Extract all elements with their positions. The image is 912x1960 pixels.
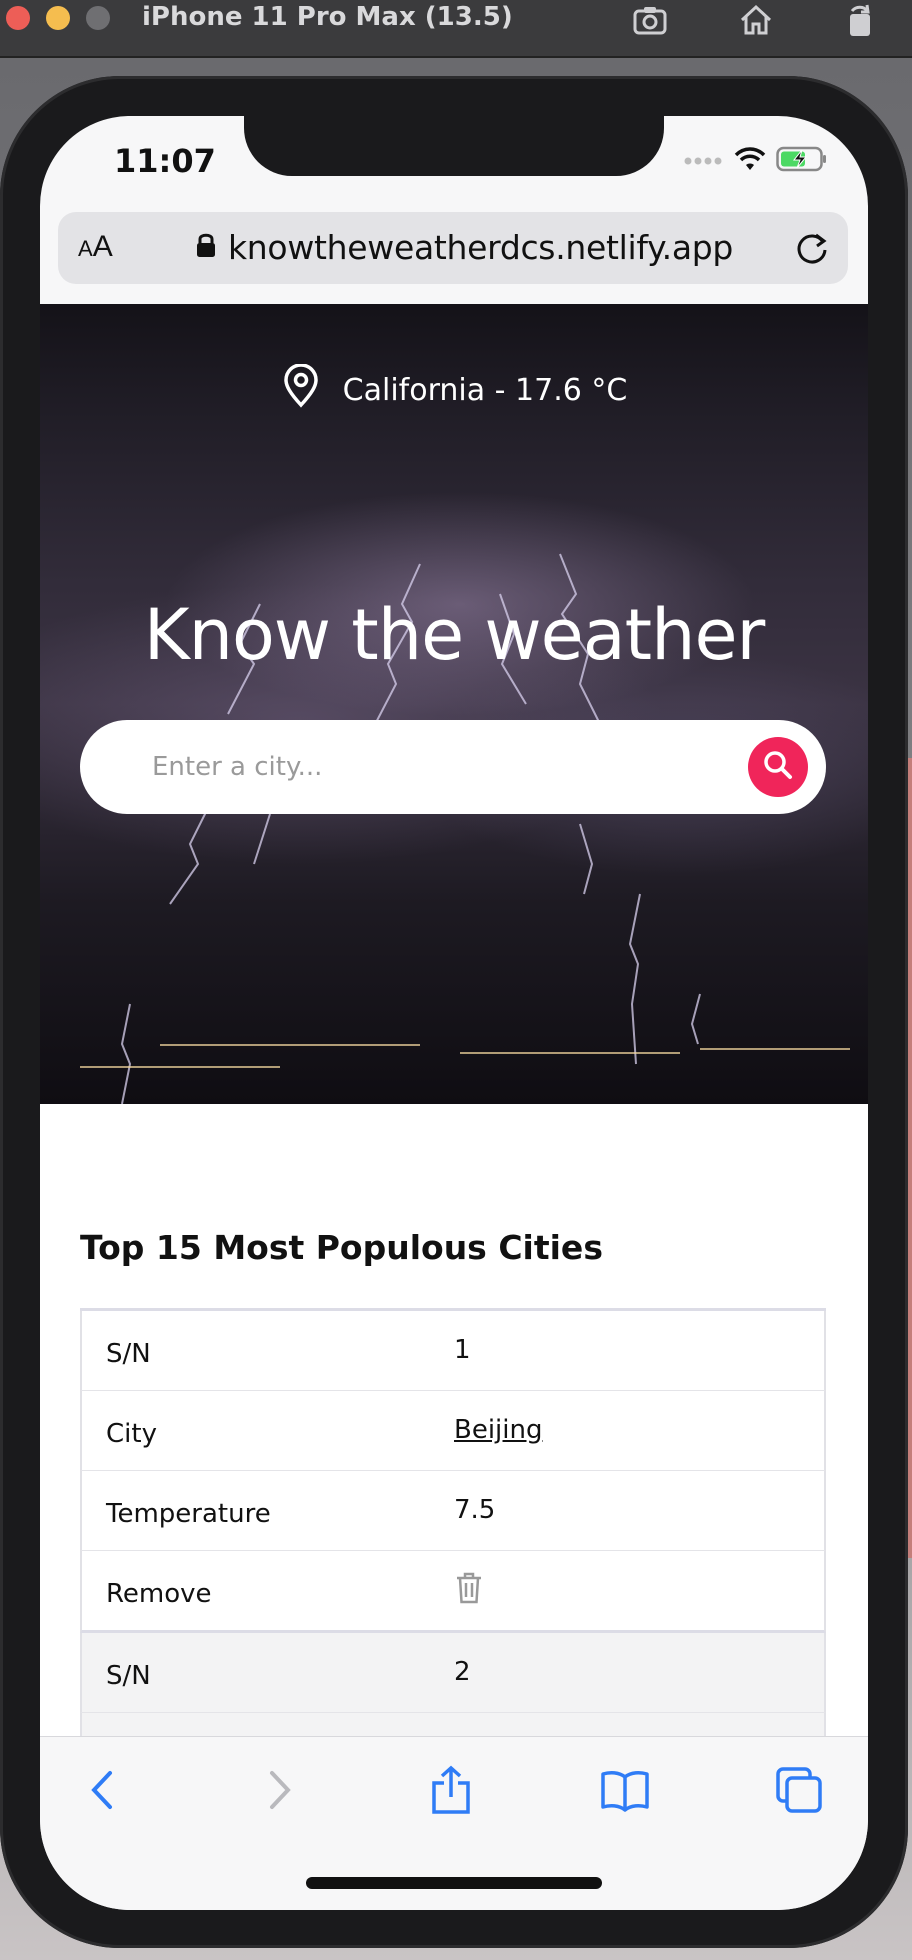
browser-toolbar bbox=[40, 1736, 868, 1910]
zoom-window-button[interactable] bbox=[86, 6, 110, 30]
trash-icon[interactable] bbox=[454, 1571, 484, 1612]
row-label: S/N bbox=[106, 1661, 151, 1691]
minimize-window-button[interactable] bbox=[46, 6, 70, 30]
signal-dots-icon bbox=[684, 153, 724, 171]
status-time: 11:07 bbox=[114, 142, 216, 180]
address-bar[interactable]: AA knowtheweatherdcs.netlify.app bbox=[58, 212, 848, 284]
notch bbox=[244, 116, 664, 176]
search-icon bbox=[762, 749, 794, 786]
table-row: Temperature 7.5 bbox=[80, 1471, 826, 1551]
row-label: City bbox=[106, 1419, 157, 1449]
close-window-button[interactable] bbox=[6, 6, 30, 30]
battery-charging-icon bbox=[776, 146, 828, 177]
current-location: California - 17.6 °C bbox=[40, 363, 868, 416]
url-display[interactable]: knowtheweatherdcs.netlify.app bbox=[196, 228, 733, 267]
page-title: Know the weather bbox=[143, 594, 766, 676]
section-title: Top 15 Most Populous Cities bbox=[80, 1228, 603, 1267]
location-pin-icon bbox=[281, 363, 321, 416]
row-value: 2 bbox=[454, 1657, 471, 1687]
row-label: Remove bbox=[106, 1579, 212, 1609]
forward-icon[interactable] bbox=[258, 1765, 298, 1820]
wifi-icon bbox=[734, 146, 766, 177]
cities-section: Top 15 Most Populous Cities S/N 1 City B… bbox=[40, 1104, 868, 1754]
screenshot-icon[interactable] bbox=[632, 2, 668, 43]
cities-table: S/N 1 City Beijing Temperature 7.5 Remov… bbox=[80, 1308, 826, 1754]
text-size-button[interactable]: AA bbox=[78, 230, 113, 264]
lock-icon bbox=[196, 232, 216, 263]
rotate-icon[interactable] bbox=[842, 2, 878, 43]
row-value: 1 bbox=[454, 1335, 471, 1365]
hero-section: California - 17.6 °C Know the weather bbox=[40, 304, 868, 1104]
home-indicator[interactable] bbox=[306, 1877, 602, 1889]
row-value: 7.5 bbox=[454, 1495, 496, 1525]
lightning-background bbox=[80, 553, 850, 1104]
table-row: Remove bbox=[80, 1551, 826, 1633]
city-search-bar bbox=[80, 720, 826, 814]
table-row: City Beijing bbox=[80, 1391, 826, 1471]
share-icon[interactable] bbox=[428, 1765, 474, 1820]
home-icon[interactable] bbox=[738, 2, 774, 43]
search-button[interactable] bbox=[748, 737, 808, 797]
simulator-title: iPhone 11 Pro Max (13.5) bbox=[142, 2, 513, 32]
row-label: Temperature bbox=[106, 1499, 271, 1529]
phone-screen: 11:07 AA knowtheweatherdcs.netlify.app C… bbox=[40, 116, 868, 1910]
back-icon[interactable] bbox=[84, 1765, 124, 1820]
row-label: S/N bbox=[106, 1339, 151, 1369]
simulator-titlebar: iPhone 11 Pro Max (13.5) bbox=[0, 0, 912, 58]
reload-icon[interactable] bbox=[792, 228, 832, 273]
bookmarks-icon[interactable] bbox=[600, 1765, 650, 1820]
url-text: knowtheweatherdcs.netlify.app bbox=[228, 228, 734, 267]
location-temperature: California - 17.6 °C bbox=[342, 372, 628, 408]
status-icons bbox=[684, 146, 828, 177]
city-link[interactable]: Beijing bbox=[454, 1415, 543, 1445]
table-row: S/N 2 bbox=[80, 1633, 826, 1713]
tabs-icon[interactable] bbox=[774, 1765, 824, 1820]
table-row: S/N 1 bbox=[80, 1311, 826, 1391]
city-search-input[interactable] bbox=[150, 742, 734, 792]
